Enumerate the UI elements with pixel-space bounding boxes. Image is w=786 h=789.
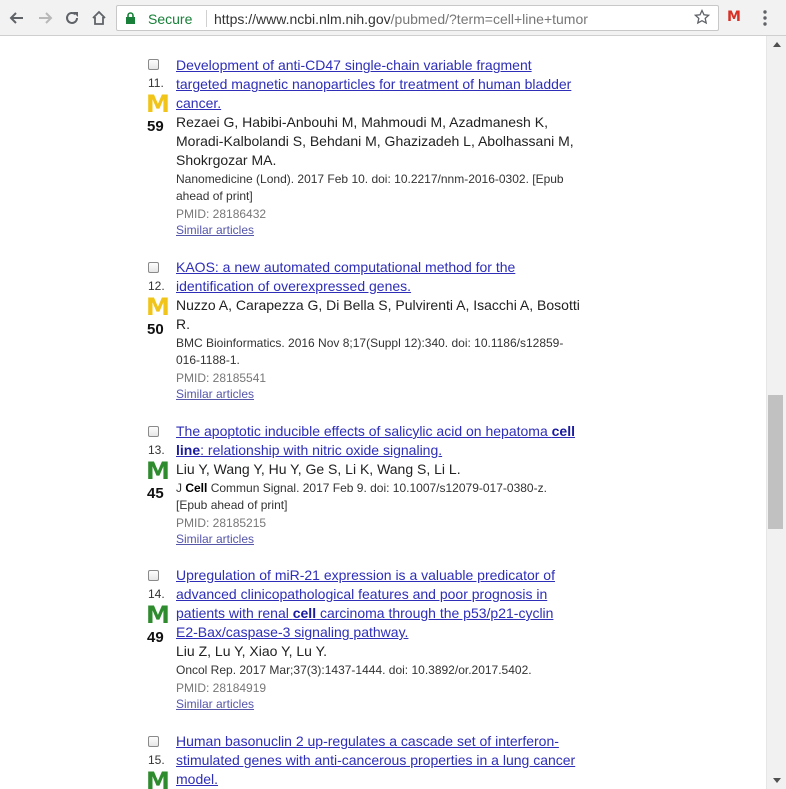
title-text: The apoptotic inducible effects of salic… [176,423,552,439]
journal-highlight: Cell [185,481,208,495]
result-journal: Nanomedicine (Lond). 2017 Feb 10. doi: 1… [176,172,564,203]
altmetric-badge-icon[interactable]: M [146,603,170,627]
forward-button[interactable] [34,7,56,29]
back-arrow-icon [9,12,23,24]
result-authors: Liu Y, Wang Y, Hu Y, Ge S, Li K, Wang S,… [176,461,461,477]
result-body: Upregulation of miR-21 expression is a v… [176,566,571,712]
altmetric-score: 49 [147,629,164,646]
result-body: Human basonuclin 2 up-regulates a cascad… [176,732,591,789]
similar-articles-link[interactable]: Similar articles [176,386,590,402]
result-title-link[interactable]: Upregulation of miR-21 expression is a v… [176,566,571,642]
result-checkbox[interactable] [148,59,159,70]
result-pmid: PMID: 28185541 [176,371,267,385]
triangle-down-icon [772,778,781,783]
browser-toolbar: Secure https://www.ncbi.nlm.nih.gov/pubm… [0,0,786,36]
omnibox-separator [206,10,207,27]
result-checkbox[interactable] [148,570,159,581]
altmetric-badge-icon[interactable]: M [146,92,170,116]
result-title-link[interactable]: Development of anti-CD47 single-chain va… [176,56,586,113]
altmetric-score: 45 [147,485,164,502]
gmail-extension-icon[interactable]: M [726,9,742,25]
altmetric-badge-icon[interactable]: M [146,295,170,319]
result-number: 13. [148,443,165,457]
similar-articles-link[interactable]: Similar articles [176,222,586,238]
result-title-link[interactable]: KAOS: a new automated computational meth… [176,258,590,296]
vertical-scrollbar[interactable] [766,36,786,789]
result-number: 11. [148,76,164,90]
result-body: The apoptotic inducible effects of salic… [176,422,591,547]
journal-text: Commun Signal. 2017 Feb 9. doi: 10.1007/… [176,481,547,512]
result-checkbox[interactable] [148,262,159,273]
result-body: KAOS: a new automated computational meth… [176,258,590,402]
result-authors: Liu Z, Lu Y, Xiao Y, Lu Y. [176,643,328,659]
title-highlight: cell [292,605,317,621]
result-body: Development of anti-CD47 single-chain va… [176,56,586,238]
result-number: 14. [148,587,165,601]
kebab-menu-icon [763,10,767,26]
altmetric-badge-icon[interactable]: M [146,769,170,789]
journal-text: J [176,481,186,495]
url-host: https://www.ncbi.nlm.nih.gov [214,11,391,27]
result-journal: J Cell Commun Signal. 2017 Feb 9. doi: 1… [176,480,576,514]
home-button[interactable] [88,7,110,29]
pubmed-results-list: 11. M 59 Development of anti-CD47 single… [0,36,766,789]
scroll-up-button[interactable] [767,36,786,53]
result-pmid: PMID: 28184919 [176,681,267,695]
lock-icon [126,12,135,24]
result-pmid: PMID: 28185215 [176,516,267,530]
address-bar[interactable]: Secure https://www.ncbi.nlm.nih.gov/pubm… [116,5,719,31]
similar-articles-link[interactable]: Similar articles [176,531,591,547]
reload-icon [66,11,78,24]
scroll-down-button[interactable] [767,772,786,789]
bookmark-star-icon[interactable] [694,9,710,25]
altmetric-score: 50 [147,321,164,338]
url-text[interactable]: https://www.ncbi.nlm.nih.gov/pubmed/?ter… [214,11,588,27]
result-number: 12. [148,279,165,293]
result-journal: Oncol Rep. 2017 Mar;37(3):1437-1444. doi… [176,663,532,677]
result-number: 15. [148,753,165,767]
result-title-link[interactable]: Human basonuclin 2 up-regulates a cascad… [176,732,591,789]
result-pmid: PMID: 28186432 [176,207,267,221]
altmetric-score: 59 [147,118,164,135]
similar-articles-link[interactable]: Similar articles [176,696,571,712]
result-checkbox[interactable] [148,736,159,747]
result-journal: BMC Bioinformatics. 2016 Nov 8;17(Suppl … [176,336,564,367]
result-title-link[interactable]: The apoptotic inducible effects of salic… [176,422,591,460]
forward-arrow-icon [39,12,53,24]
altmetric-badge-icon[interactable]: M [146,459,170,483]
reload-button[interactable] [61,7,83,29]
result-authors: Nuzzo A, Carapezza G, Di Bella S, Pulvir… [176,297,580,332]
result-authors: Rezaei G, Habibi-Anbouhi M, Mahmoudi M, … [176,114,574,168]
chrome-menu-button[interactable] [757,7,773,29]
scrollbar-thumb[interactable] [768,395,783,529]
home-icon [92,10,106,25]
result-checkbox[interactable] [148,426,159,437]
title-text: : relationship with nitric oxide signali… [200,442,443,458]
secure-label: Secure [148,11,193,27]
back-button[interactable] [6,7,28,29]
url-path: /pubmed/?term=cell+line+tumor [390,11,588,27]
triangle-up-icon [772,42,781,47]
